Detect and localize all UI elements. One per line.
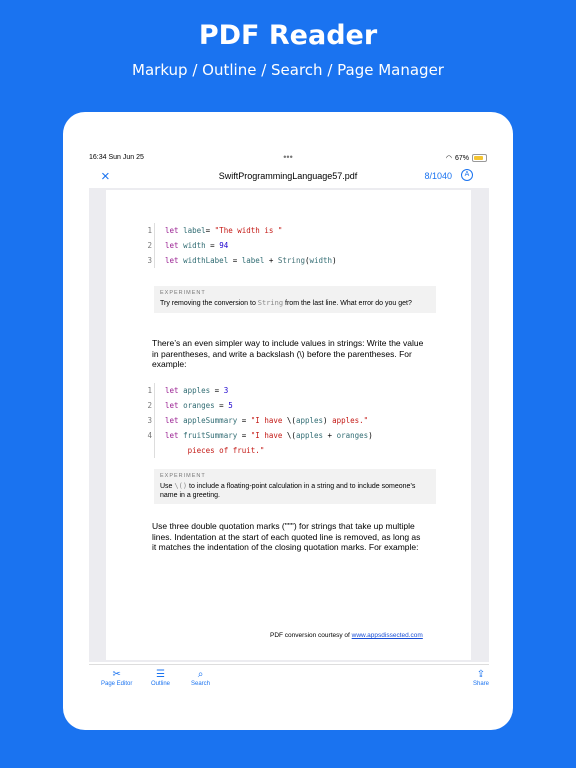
experiment-text: Use \() to include a floating-point calc… [160, 482, 416, 499]
search-icon: ⌕ [197, 669, 204, 680]
code-line: 1 let apples = 3 [147, 383, 373, 398]
hero-subtitle: Markup / Outline / Search / Page Manager [132, 61, 444, 79]
status-bar: 16:34 Sun Jun 25 ••• ◠ 67% [89, 152, 487, 166]
hero-title: PDF Reader [198, 20, 378, 51]
code-block-2: 1 let apples = 3 2 let oranges = 5 3 let appl… [147, 383, 373, 458]
line-number: 1 [147, 226, 152, 235]
line-number: 2 [147, 401, 152, 410]
page-indicator[interactable]: 8/1040 [424, 171, 452, 181]
page-editor-button[interactable]: ✂ Page Editor [101, 669, 132, 687]
experiment-text: Try removing the conversion to String fr… [160, 299, 412, 307]
share-icon: ⇪ [476, 669, 486, 680]
multitask-dots-icon[interactable]: ••• [89, 152, 487, 162]
annotate-icon[interactable]: A [461, 169, 473, 181]
experiment-heading: EXPERIMENT [160, 290, 206, 296]
bottom-toolbar: ✂ Page Editor ☰ Outline ⌕ Search ⇪ Share [89, 664, 489, 695]
pdf-page: 1 let label= "The width is " 2 let width = … [106, 190, 471, 660]
battery-percent: 67% [454, 154, 469, 162]
line-number: 3 [147, 416, 152, 425]
code-line: 2 let width = 94 [147, 238, 337, 253]
code-line: 2 let oranges = 5 [147, 398, 373, 413]
code-block-1: 1 let label= "The width is " 2 let width = … [147, 223, 337, 268]
outline-button[interactable]: ☰ Outline [151, 669, 170, 687]
nav-bar: × SwiftProgrammingLanguage57.pdf 8/1040 … [89, 166, 487, 186]
code-line: 3 let widthLabel = label + String(width) [147, 253, 336, 268]
line-number: 2 [147, 241, 152, 250]
experiment-heading: EXPERIMENT [160, 473, 206, 479]
wifi-icon: ◠ [445, 155, 452, 162]
line-number: 3 [147, 256, 152, 265]
code-line: 1 let label= "The width is " [147, 223, 337, 238]
search-button[interactable]: ⌕ Search [191, 669, 210, 687]
battery-icon [472, 154, 487, 162]
code-line: pieces of fruit." [165, 446, 265, 455]
code-line: 4 let fruitSummary = "I have \(apples + o… [147, 428, 372, 443]
pdf-viewer[interactable]: 1 let label= "The width is " 2 let width = … [89, 188, 489, 662]
paragraph-2: Use three double quotation marks (""") f… [152, 521, 421, 552]
experiment-box-2: EXPERIMENT Use \() to include a floating… [154, 469, 436, 504]
line-number: 1 [147, 386, 152, 395]
code-line: 3 let appleSummary = "I have \(apples) ap… [147, 413, 373, 428]
tablet-frame: 16:34 Sun Jun 25 ••• ◠ 67% × SwiftProgra… [63, 112, 513, 730]
page-footer: PDF conversion courtesy of www.appsdisse… [270, 632, 423, 639]
list-icon: ☰ [156, 669, 165, 680]
share-button[interactable]: ⇪ Share [473, 669, 489, 687]
line-number: 4 [147, 431, 152, 440]
footer-link[interactable]: www.appsdissected.com [352, 632, 423, 639]
paragraph-1: There’s an even simpler way to include v… [152, 338, 424, 369]
experiment-box-1: EXPERIMENT Try removing the conversion t… [154, 286, 436, 313]
scissors-icon: ✂ [112, 669, 121, 680]
